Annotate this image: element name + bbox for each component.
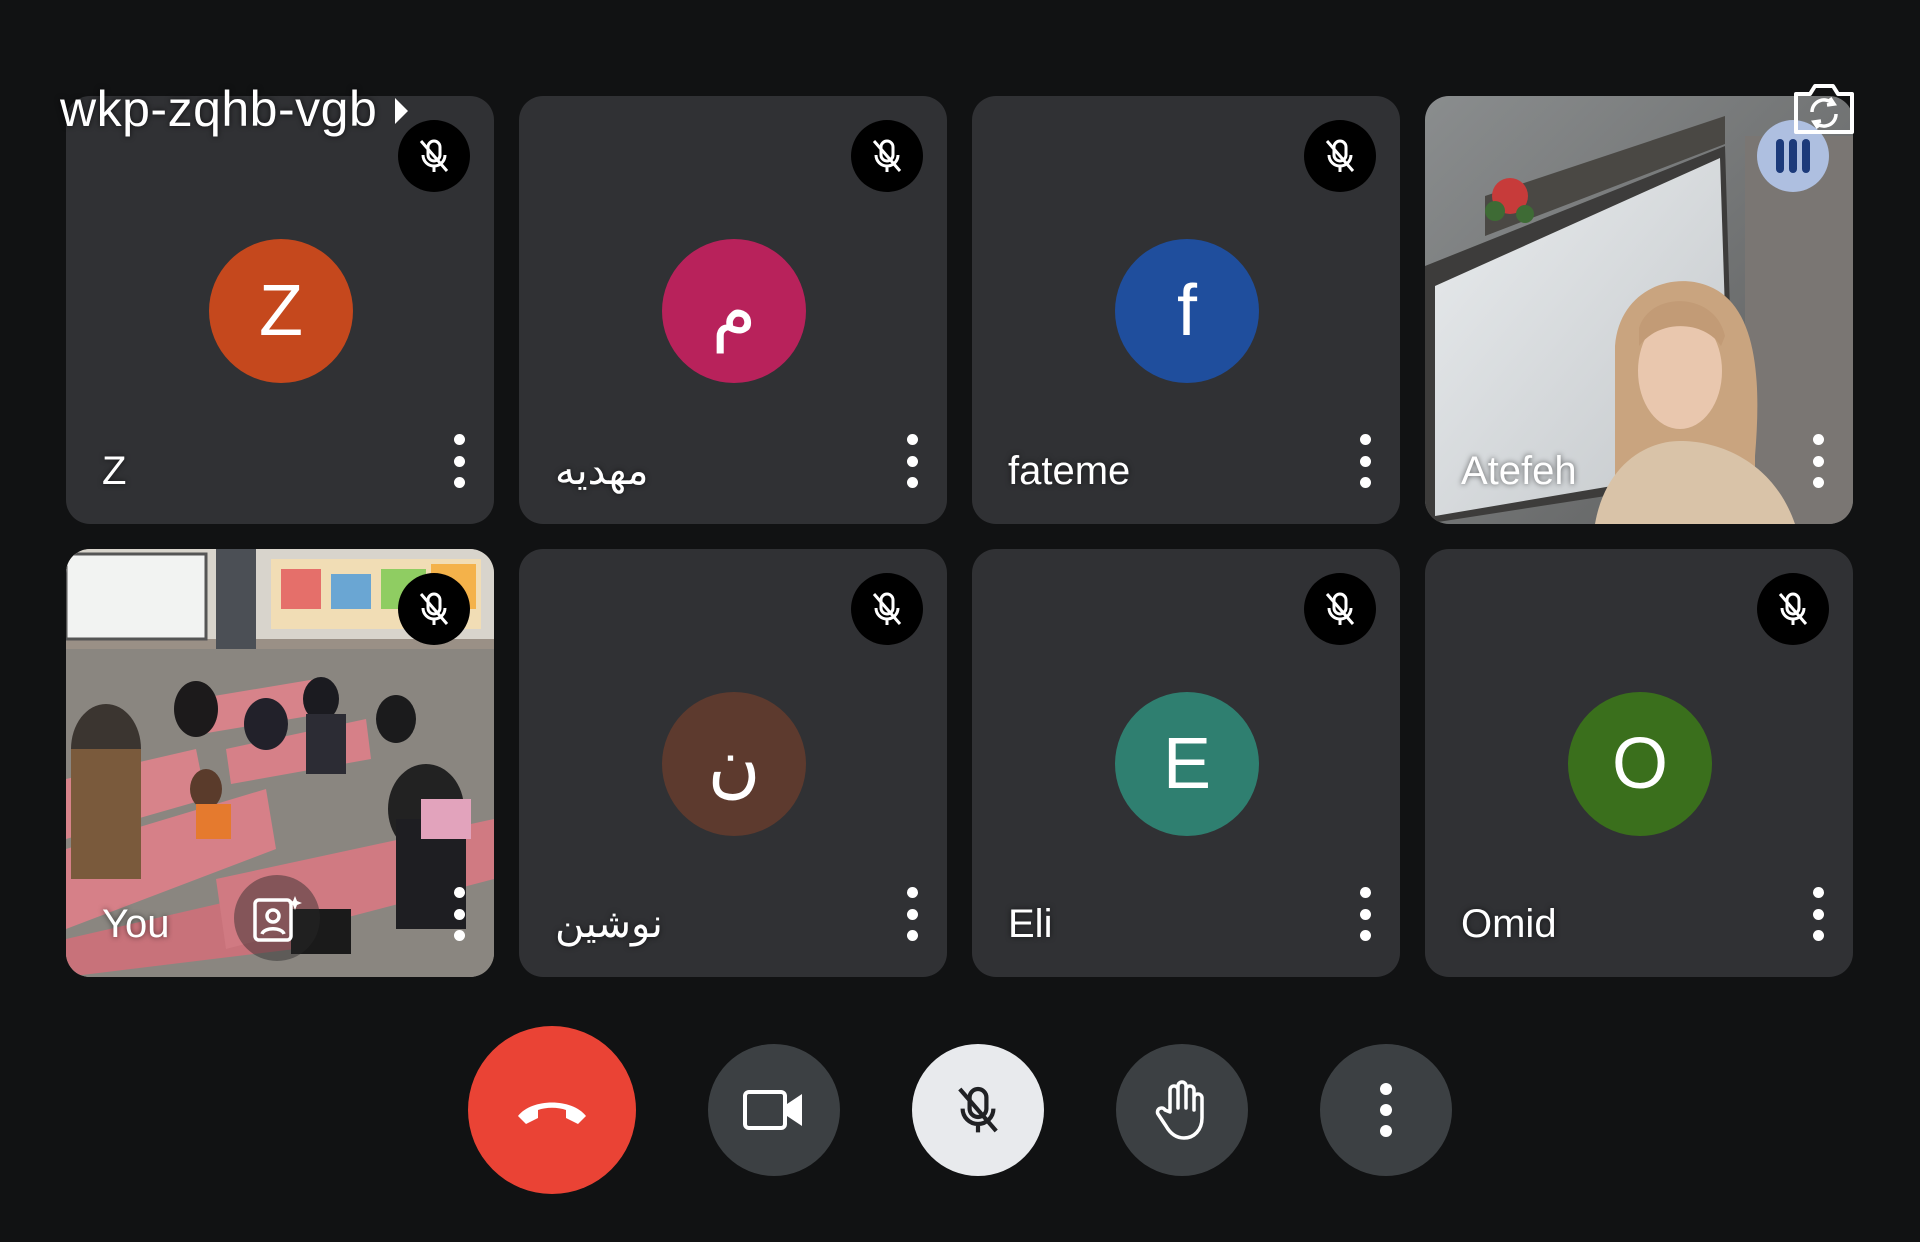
more-vert-icon[interactable]: [897, 434, 927, 488]
avatar: O: [1568, 692, 1712, 836]
avatar: ن: [662, 692, 806, 836]
more-vert-icon[interactable]: [1803, 887, 1833, 941]
participant-name: نوشین: [555, 902, 663, 946]
participant-name: مهدیه: [555, 449, 649, 493]
participant-name: Atefeh: [1461, 449, 1577, 493]
mic-off-icon: [851, 573, 923, 645]
mic-off-icon: [851, 120, 923, 192]
raise-hand-button[interactable]: [1116, 1044, 1248, 1176]
more-vert-icon[interactable]: [1803, 434, 1833, 488]
participant-tile[interactable]: Atefeh: [1425, 96, 1853, 524]
meeting-code[interactable]: wkp-zqhb-vgb: [60, 80, 409, 138]
chevron-right-icon: [395, 98, 409, 124]
more-vert-icon[interactable]: [444, 434, 474, 488]
mic-off-icon: [398, 120, 470, 192]
more-vert-icon: [1380, 1083, 1392, 1137]
avatar: f: [1115, 239, 1259, 383]
more-vert-icon[interactable]: [897, 887, 927, 941]
more-vert-icon[interactable]: [444, 887, 474, 941]
participant-tile[interactable]: You: [66, 549, 494, 977]
participant-tile[interactable]: ن نوشین: [519, 549, 947, 977]
camera-toggle-button[interactable]: [708, 1044, 840, 1176]
avatar: م: [662, 239, 806, 383]
more-vert-icon[interactable]: [1350, 434, 1380, 488]
call-controls: [0, 1026, 1920, 1194]
participant-name: Omid: [1461, 902, 1557, 946]
mic-off-icon: [958, 1086, 998, 1133]
mic-toggle-button[interactable]: [912, 1044, 1044, 1176]
participant-tile[interactable]: O Omid: [1425, 549, 1853, 977]
avatar: Z: [209, 239, 353, 383]
participant-tile[interactable]: E Eli: [972, 549, 1400, 977]
participant-tile[interactable]: Z Z: [66, 96, 494, 524]
camera-icon: [743, 1090, 802, 1130]
end-call-button[interactable]: [468, 1026, 636, 1194]
mic-off-icon: [1304, 120, 1376, 192]
participant-name: Eli: [1008, 902, 1053, 946]
participant-grid: Z Z م مهدیه f fateme Atefeh You ن نوشین …: [66, 96, 1853, 977]
participant-tile[interactable]: f fateme: [972, 96, 1400, 524]
meeting-code-text: wkp-zqhb-vgb: [60, 81, 378, 137]
mic-off-icon: [1757, 573, 1829, 645]
participant-tile[interactable]: م مهدیه: [519, 96, 947, 524]
more-options-button[interactable]: [1320, 1044, 1452, 1176]
participant-name: fateme: [1008, 449, 1131, 493]
switch-camera-icon[interactable]: [1792, 82, 1856, 136]
mic-off-icon: [1304, 573, 1376, 645]
visual-effects-icon[interactable]: [234, 875, 320, 961]
mic-off-icon: [398, 573, 470, 645]
raise-hand-icon: [1155, 1080, 1204, 1140]
participant-name: You: [102, 902, 170, 946]
avatar: E: [1115, 692, 1259, 836]
participant-name: Z: [102, 449, 127, 493]
more-vert-icon[interactable]: [1350, 887, 1380, 941]
phone-hangup-icon: [518, 1102, 586, 1124]
